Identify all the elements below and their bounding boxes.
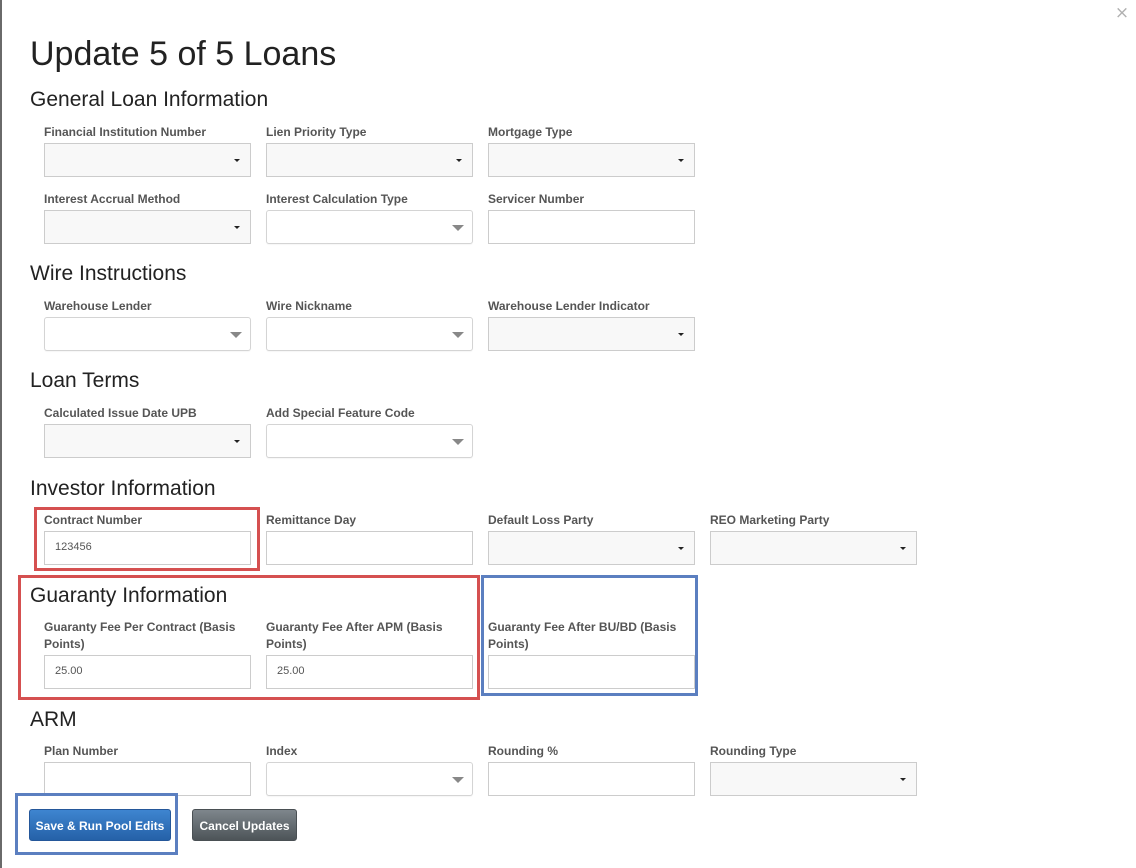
remittance-day-input[interactable] [266,531,473,565]
lien-priority-type-select[interactable] [266,143,473,177]
warehouse-lender-dropdown[interactable] [44,317,251,351]
reo-marketing-party-field: REO Marketing Party [710,512,917,565]
highlight-guaranty-fee-bubd [481,575,698,696]
close-icon[interactable]: × [1114,4,1130,22]
section-title-general: General Loan Information [30,88,269,111]
dialog-title: Update 5 of 5 Loans [30,35,337,73]
field-label: Mortgage Type [488,125,573,139]
rounding-percent-field: Rounding % [488,743,695,796]
section-title-arm: ARM [30,708,77,731]
caret-down-icon [452,225,464,231]
cancel-updates-button[interactable]: Cancel Updates [192,809,297,841]
index-field: Index [266,743,473,796]
caret-down-icon [678,159,684,162]
caret-down-icon [900,547,906,550]
field-label: Wire Nickname [266,299,352,313]
financial-institution-number-field: Financial Institution Number [44,124,251,177]
field-label: Calculated Issue Date UPB [44,406,197,420]
field-label: Warehouse Lender [44,299,152,313]
interest-calculation-type-field: Interest Calculation Type [266,191,473,244]
remittance-day-field: Remittance Day [266,512,473,565]
highlight-save-button [15,793,178,855]
plan-number-field: Plan Number [44,743,251,796]
section-title-wire: Wire Instructions [30,262,187,285]
caret-down-icon [900,778,906,781]
interest-accrual-method-select[interactable] [44,210,251,244]
field-label: Plan Number [44,744,119,758]
field-label: Remittance Day [266,513,357,527]
field-label: Default Loss Party [488,513,594,527]
field-label: REO Marketing Party [710,513,830,527]
default-loss-party-field: Default Loss Party [488,512,695,565]
financial-institution-number-select[interactable] [44,143,251,177]
section-title-loan-terms: Loan Terms [30,369,140,392]
reo-marketing-party-select[interactable] [710,531,917,565]
field-label: Rounding Type [710,744,797,758]
caret-down-icon [456,159,462,162]
mortgage-type-field: Mortgage Type [488,124,695,177]
servicer-number-field: Servicer Number [488,191,695,244]
default-loss-party-select[interactable] [488,531,695,565]
calculated-issue-date-upb-select[interactable] [44,424,251,458]
caret-down-icon [452,439,464,445]
caret-down-icon [452,332,464,338]
rounding-type-field: Rounding Type [710,743,917,796]
field-label: Interest Calculation Type [266,192,408,206]
caret-down-icon [234,226,240,229]
caret-down-icon [452,777,464,783]
caret-down-icon [230,332,242,338]
field-label: Interest Accrual Method [44,192,181,206]
field-label: Lien Priority Type [266,125,367,139]
interest-calculation-type-dropdown[interactable] [266,210,473,244]
field-label: Servicer Number [488,192,585,206]
window-edge [0,0,2,868]
add-special-feature-code-dropdown[interactable] [266,424,473,458]
caret-down-icon [678,333,684,336]
highlight-guaranty-section [18,575,480,700]
wire-nickname-field: Wire Nickname [266,298,473,351]
calculated-issue-date-upb-field: Calculated Issue Date UPB [44,405,251,458]
lien-priority-type-field: Lien Priority Type [266,124,473,177]
field-label: Warehouse Lender Indicator [488,299,650,313]
interest-accrual-method-field: Interest Accrual Method [44,191,251,244]
rounding-type-select[interactable] [710,762,917,796]
warehouse-lender-field: Warehouse Lender [44,298,251,351]
warehouse-lender-indicator-field: Warehouse Lender Indicator [488,298,695,351]
rounding-percent-input[interactable] [488,762,695,796]
index-dropdown[interactable] [266,762,473,796]
servicer-number-input[interactable] [488,210,695,244]
caret-down-icon [234,440,240,443]
field-label: Index [266,744,298,758]
add-special-feature-code-field: Add Special Feature Code [266,405,473,458]
warehouse-lender-indicator-select[interactable] [488,317,695,351]
plan-number-input[interactable] [44,762,251,796]
wire-nickname-dropdown[interactable] [266,317,473,351]
field-label: Add Special Feature Code [266,406,415,420]
caret-down-icon [234,159,240,162]
field-label: Financial Institution Number [44,125,207,139]
field-label: Rounding % [488,744,558,758]
mortgage-type-select[interactable] [488,143,695,177]
highlight-contract-number [34,507,260,571]
section-title-investor: Investor Information [30,477,216,500]
caret-down-icon [678,547,684,550]
